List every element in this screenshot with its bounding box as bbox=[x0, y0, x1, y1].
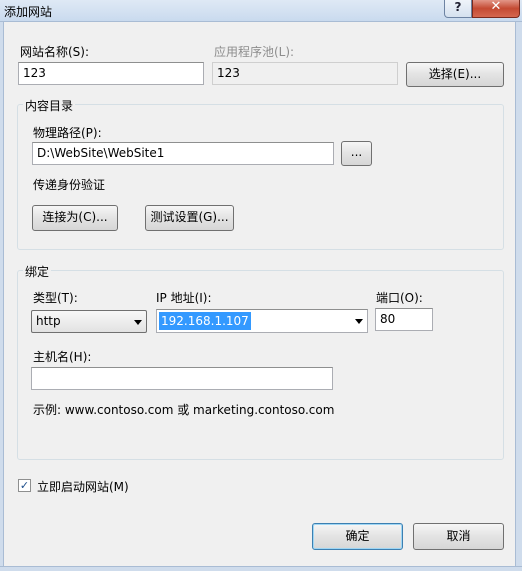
close-button[interactable]: ✕ bbox=[472, 0, 520, 18]
close-icon: ✕ bbox=[490, 0, 502, 14]
app-pool-label: 应用程序池(L): bbox=[214, 45, 295, 59]
content-directory-title: 内容目录 bbox=[23, 97, 76, 114]
host-name-example: 示例: www.contoso.com 或 marketing.contoso.… bbox=[33, 403, 335, 417]
chevron-down-icon[interactable] bbox=[355, 319, 363, 324]
binding-type-select[interactable]: http bbox=[31, 310, 147, 333]
port-label: 端口(O): bbox=[376, 291, 423, 305]
ip-address-label: IP 地址(I): bbox=[156, 291, 212, 305]
binding-type-value: http bbox=[36, 314, 61, 328]
start-website-checkbox[interactable]: ✓ bbox=[18, 479, 31, 492]
start-website-label[interactable]: 立即启动网站(M) bbox=[37, 478, 129, 495]
physical-path-input[interactable]: D:\WebSite\WebSite1 bbox=[32, 142, 334, 165]
checkmark-icon: ✓ bbox=[19, 479, 30, 492]
app-pool-field: 123 bbox=[212, 62, 398, 85]
connect-as-button[interactable]: 连接为(C)... bbox=[32, 205, 118, 231]
test-settings-button[interactable]: 测试设置(G)... bbox=[145, 205, 234, 231]
select-app-pool-button[interactable]: 选择(E)... bbox=[406, 62, 504, 87]
window-title: 添加网站 bbox=[4, 5, 53, 19]
binding-title: 绑定 bbox=[23, 263, 52, 280]
binding-group bbox=[17, 270, 504, 460]
help-icon: ? bbox=[454, 0, 462, 14]
ip-address-value[interactable]: 192.168.1.107 bbox=[159, 312, 251, 330]
window-border-right bbox=[515, 22, 522, 571]
help-button[interactable]: ? bbox=[444, 0, 472, 18]
binding-type-label: 类型(T): bbox=[33, 291, 78, 305]
pass-through-auth-label: 传递身份验证 bbox=[33, 178, 106, 192]
window-border-left bbox=[0, 22, 4, 571]
host-name-label: 主机名(H): bbox=[33, 350, 92, 364]
host-name-input[interactable] bbox=[31, 367, 333, 390]
site-name-label: 网站名称(S): bbox=[20, 45, 90, 59]
ok-button[interactable]: 确定 bbox=[312, 523, 403, 550]
chevron-down-icon bbox=[134, 320, 142, 325]
cancel-button[interactable]: 取消 bbox=[413, 523, 504, 550]
physical-path-label: 物理路径(P): bbox=[33, 126, 102, 140]
site-name-input[interactable]: 123 bbox=[18, 62, 204, 85]
window-border-bottom bbox=[0, 566, 522, 571]
browse-path-button[interactable]: ... bbox=[341, 141, 372, 166]
ip-address-combo[interactable]: 192.168.1.107 bbox=[156, 309, 368, 333]
port-input[interactable]: 80 bbox=[375, 308, 433, 331]
